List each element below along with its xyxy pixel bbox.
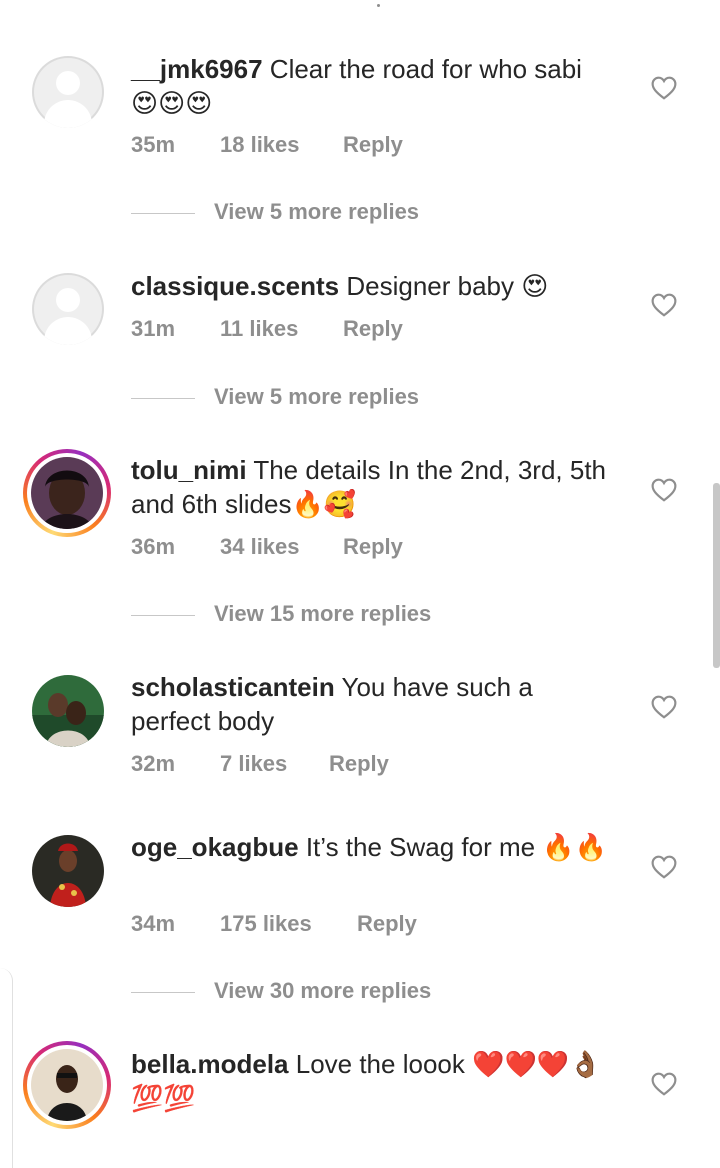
comment-body: Designer baby 😍 [346, 271, 549, 301]
replies-divider [131, 398, 195, 399]
comment-time: 35m [131, 132, 176, 157]
comment-username[interactable]: scholasticantein [131, 672, 335, 702]
reply-button[interactable]: Reply [343, 534, 403, 560]
story-ring[interactable] [23, 1041, 111, 1129]
comment-text: bella.modela Love the loook ❤️❤️❤️👌🏾💯💯 [131, 1047, 611, 1115]
replies-divider [131, 615, 195, 616]
story-ring[interactable] [23, 449, 111, 537]
comment-text: classique.scents Designer baby 😍 [131, 269, 611, 303]
view-replies-label[interactable]: View 5 more replies [214, 199, 419, 225]
likes-count[interactable]: 18 likes [220, 132, 300, 158]
panel-edge [0, 968, 13, 1168]
comment-username[interactable]: classique.scents [131, 271, 339, 301]
avatar[interactable] [32, 835, 104, 907]
replies-divider [131, 992, 195, 993]
heart-outline-icon[interactable] [651, 76, 677, 100]
avatar[interactable] [32, 56, 104, 128]
avatar[interactable] [31, 1049, 103, 1121]
likes-count[interactable]: 7 likes [220, 751, 287, 777]
comment-time: 34m [131, 911, 176, 936]
comment-time: 36m [131, 534, 176, 559]
comment-username[interactable]: oge_okagbue [131, 832, 299, 862]
reply-button[interactable]: Reply [329, 751, 389, 777]
heart-outline-icon[interactable] [651, 1072, 677, 1096]
comment-text: tolu_nimi The details In the 2nd, 3rd, 5… [131, 453, 611, 521]
comment-username[interactable]: bella.modela [131, 1049, 289, 1079]
heart-outline-icon[interactable] [651, 855, 677, 879]
likes-count[interactable]: 175 likes [220, 911, 312, 937]
comment-username[interactable]: __jmk6967 [131, 54, 263, 84]
scrollbar[interactable] [713, 483, 720, 668]
comment-username[interactable]: tolu_nimi [131, 455, 247, 485]
likes-count[interactable]: 34 likes [220, 534, 300, 560]
replies-divider [131, 213, 195, 214]
avatar[interactable] [32, 675, 104, 747]
heart-outline-icon[interactable] [651, 293, 677, 317]
view-replies-label[interactable]: View 30 more replies [214, 978, 431, 1004]
comment-text: oge_okagbue It’s the Swag for me 🔥🔥 [131, 830, 611, 864]
reply-button[interactable]: Reply [357, 911, 417, 937]
avatar[interactable] [31, 457, 103, 529]
avatar[interactable] [32, 273, 104, 345]
comment-body: It’s the Swag for me 🔥🔥 [305, 832, 608, 862]
heart-outline-icon[interactable] [651, 695, 677, 719]
comment-text: scholasticantein You have such a perfect… [131, 670, 611, 738]
reply-button[interactable]: Reply [343, 316, 403, 342]
comment-time: 32m [131, 751, 176, 776]
comment-text: __jmk6967 Clear the road for who sabi 😍😍… [131, 52, 611, 120]
view-replies-label[interactable]: View 15 more replies [214, 601, 431, 627]
view-replies-label[interactable]: View 5 more replies [214, 384, 419, 410]
comment-time: 31m [131, 316, 176, 341]
reply-button[interactable]: Reply [343, 132, 403, 158]
heart-outline-icon[interactable] [651, 478, 677, 502]
likes-count[interactable]: 11 likes [220, 316, 298, 342]
top-indicator-dot [377, 4, 380, 7]
